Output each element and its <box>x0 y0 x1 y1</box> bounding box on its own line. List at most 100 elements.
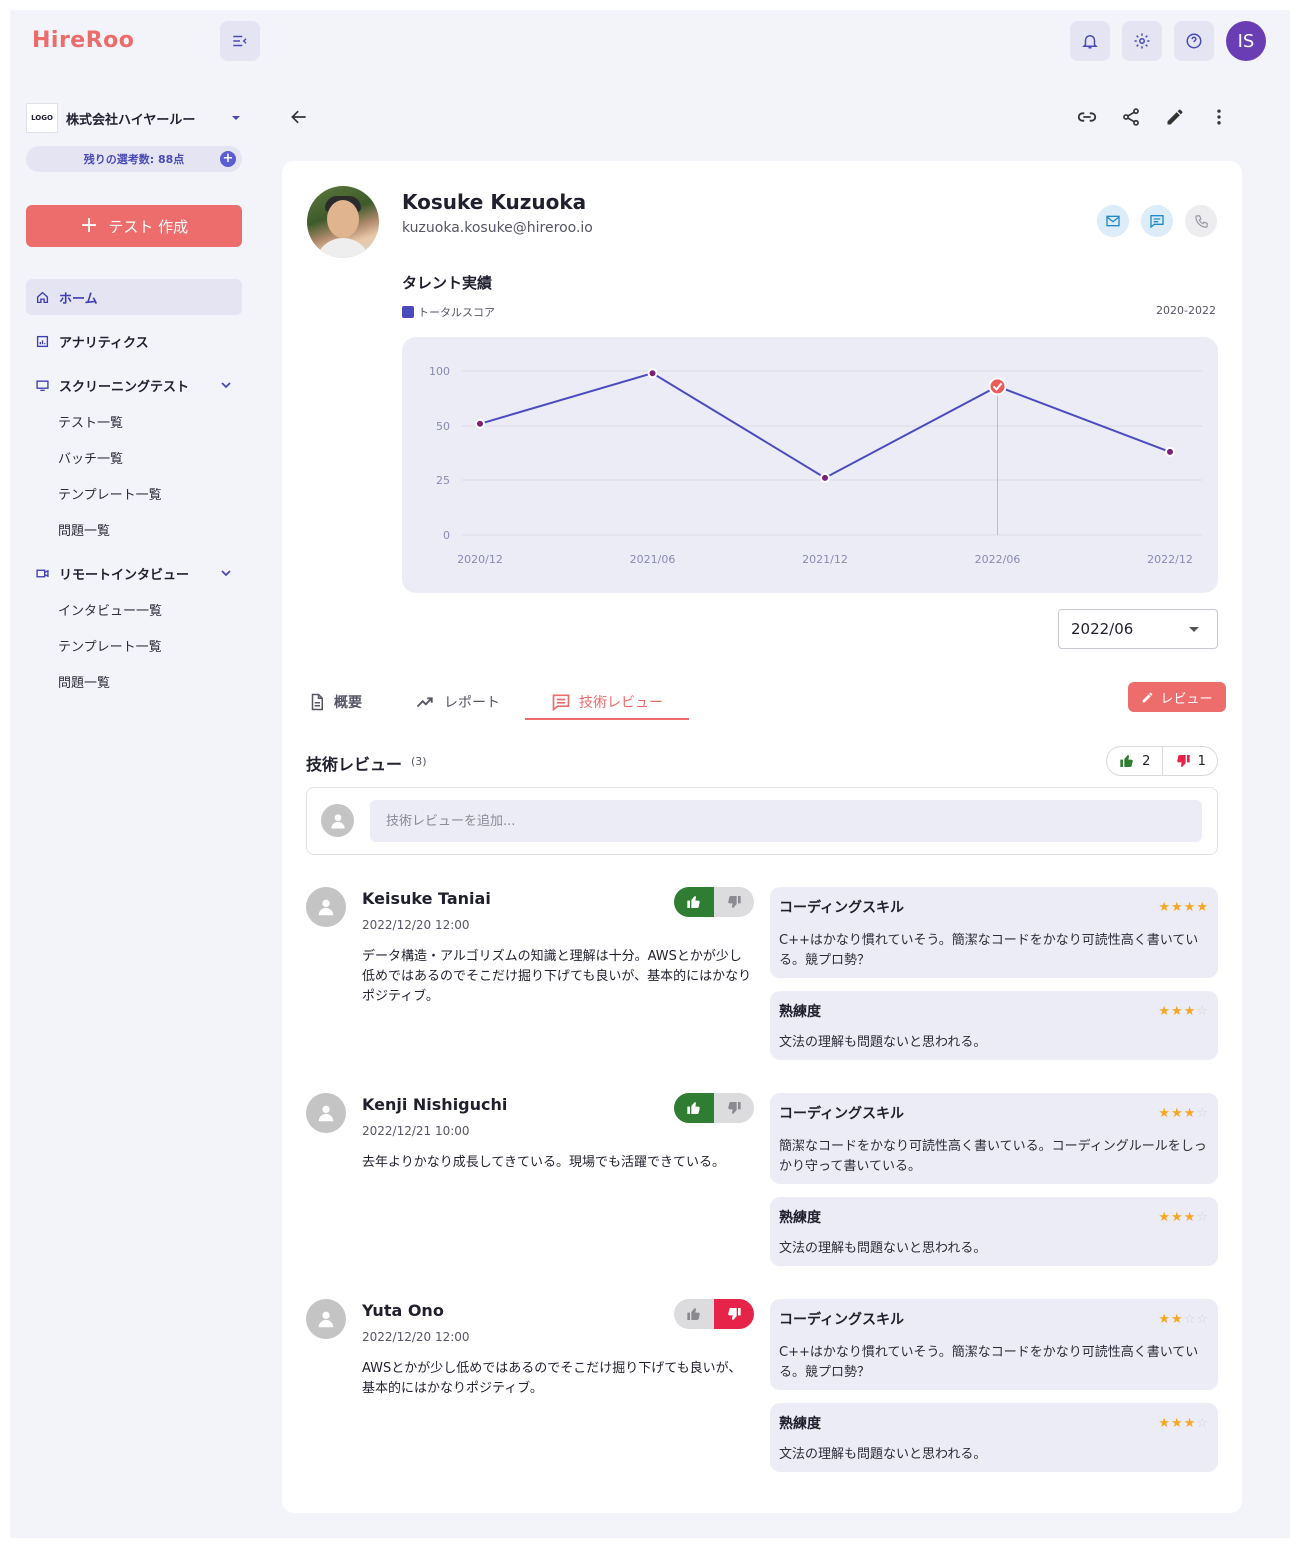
sidebar-item-analytics[interactable]: アナリティクス <box>26 323 242 359</box>
tab-overview[interactable]: 概要 <box>308 684 362 720</box>
reviewer-avatar <box>306 1093 346 1133</box>
skill-label: 熟練度 <box>779 1416 821 1432</box>
sidebar-subitem-template-list[interactable]: テンプレート一覧 <box>58 484 162 503</box>
back-button[interactable] <box>285 103 313 131</box>
tab-tech-review[interactable]: 技術レビュー <box>551 684 663 720</box>
thumbs-down-button[interactable] <box>714 1093 754 1123</box>
sidebar-subitem-interview-question-list[interactable]: 問題一覧 <box>58 672 110 691</box>
person-icon <box>318 899 334 916</box>
home-icon <box>36 291 49 303</box>
help-button[interactable] <box>1174 21 1214 61</box>
thumbs-down-button[interactable] <box>714 1299 754 1329</box>
sidebar-subitem-batch-list[interactable]: バッチ一覧 <box>58 448 123 467</box>
star-empty-icon: ☆ <box>1196 1105 1209 1121</box>
thumbs-up-button[interactable] <box>674 887 714 917</box>
x-tick-label: 2022/06 <box>975 553 1021 566</box>
notification-button[interactable] <box>1070 21 1110 61</box>
phone-contact-button[interactable] <box>1185 205 1217 237</box>
message-contact-button[interactable] <box>1141 205 1173 237</box>
more-menu-button[interactable] <box>1205 103 1233 131</box>
x-tick-label: 2022/12 <box>1147 553 1193 566</box>
star-rating: ★★★☆ <box>1158 1210 1209 1225</box>
star-filled-icon: ★ <box>1171 1311 1184 1327</box>
thumbs-up-icon <box>1120 755 1133 768</box>
settings-button[interactable] <box>1122 21 1162 61</box>
share-button[interactable] <box>1117 103 1145 131</box>
skill-rating-card: コーディングスキル ★★★☆ 簡潔なコードをかなり可読性高く書いている。コーディン… <box>770 1093 1218 1184</box>
reviews-title: 技術レビュー <box>306 755 403 774</box>
thumbs-up-button[interactable] <box>674 1299 714 1329</box>
thumbs-up-button[interactable] <box>674 1093 714 1123</box>
data-point <box>647 368 658 379</box>
active-tab-indicator <box>525 718 689 720</box>
x-tick-label: 2020/12 <box>457 553 503 566</box>
score-chart: 0 25 50 100 2020/12 2021/06 2021/12 2022/06 2022… <box>402 337 1218 593</box>
caret-down-icon <box>232 116 240 120</box>
sidebar-item-home[interactable]: ホーム <box>26 279 242 315</box>
y-tick-label: 100 <box>429 365 450 378</box>
star-filled-icon: ★ <box>1158 1209 1172 1225</box>
sidebar-item-screening[interactable]: スクリーニングテスト <box>26 367 242 403</box>
plus-icon: + <box>79 213 99 238</box>
tab-report[interactable]: レポート <box>414 684 500 720</box>
pencil-icon <box>1167 109 1183 125</box>
star-filled-icon: ★ <box>1183 1003 1197 1019</box>
score-chart-svg: 0 25 50 100 2020/12 2021/06 2021/12 2022/06 2022… <box>429 365 1202 566</box>
star-filled-icon: ★ <box>1158 1105 1172 1121</box>
help-icon <box>1186 33 1202 49</box>
legend-swatch <box>402 306 414 318</box>
review-text: データ構造・アルゴリズムの知識と理解は十分。AWSとかが少し低めではあるのでそこ… <box>362 949 752 1004</box>
sidebar-collapse-button[interactable] <box>220 21 260 61</box>
chat-icon <box>1150 215 1164 229</box>
star-filled-icon: ★ <box>1171 1105 1184 1121</box>
reviewer-name: Keisuke Taniai <box>362 889 491 908</box>
sidebar-subitem-question-list[interactable]: 問題一覧 <box>58 520 110 539</box>
skill-comment: 文法の理解も問題ないと思われる。 <box>779 1035 987 1050</box>
brand-logo[interactable]: HireRoo <box>32 28 134 53</box>
period-select[interactable]: 2022/06 <box>1058 609 1218 649</box>
email-contact-button[interactable] <box>1097 205 1129 237</box>
sidebar-subitem-interview-template-list[interactable]: テンプレート一覧 <box>58 636 162 655</box>
sidebar-subitem-interview-list[interactable]: インタビュー一覧 <box>58 600 162 619</box>
document-icon <box>311 693 323 711</box>
add-quota-icon[interactable]: + <box>220 151 236 167</box>
dislike-count-chip[interactable]: 1 <box>1161 747 1218 775</box>
y-tick-label: 0 <box>443 529 450 542</box>
skill-comment: 簡潔なコードをかなり可読性高く書いている。コーディングルールをしっかり守って書い… <box>779 1139 1207 1174</box>
review-comment-input[interactable] <box>370 800 1202 842</box>
thumbs-down-icon <box>1176 754 1190 767</box>
legend-label: トータルスコア <box>418 306 495 319</box>
caret-down-icon <box>1189 627 1199 632</box>
skill-label: コーディングスキル <box>779 1312 905 1328</box>
chevron-down-icon <box>221 382 231 389</box>
create-test-button[interactable]: + テスト 作成 <box>26 205 242 247</box>
company-switcher[interactable]: LOGO 株式会社ハイヤールー <box>26 103 242 133</box>
skill-rating-card: 熟練度 ★★★☆ 文法の理解も問題ないと思われる。 <box>770 991 1218 1060</box>
star-filled-icon: ★ <box>1158 1003 1172 1019</box>
gear-icon <box>1134 33 1150 49</box>
person-icon <box>318 1311 334 1328</box>
person-icon <box>318 1105 334 1122</box>
link-icon <box>1077 112 1097 122</box>
like-count-chip[interactable]: 2 <box>1107 747 1162 775</box>
sidebar-subitem-test-list[interactable]: テスト一覧 <box>58 412 123 431</box>
star-empty-icon: ☆ <box>1183 1311 1197 1327</box>
bell-icon <box>1082 35 1098 49</box>
user-avatar-button[interactable]: IS <box>1226 21 1266 61</box>
star-empty-icon: ☆ <box>1196 1415 1209 1431</box>
data-point <box>1165 446 1175 457</box>
pencil-icon <box>1143 692 1153 702</box>
star-empty-icon: ☆ <box>1196 1209 1209 1225</box>
star-filled-icon: ★ <box>1171 1209 1184 1225</box>
quota-badge: 残りの選考数: 88点 + <box>26 146 242 172</box>
skill-rating-card: 熟練度 ★★★☆ 文法の理解も問題ないと思われる。 <box>770 1403 1218 1472</box>
thumbs-down-button[interactable] <box>714 887 754 917</box>
mail-icon <box>1106 215 1120 227</box>
video-icon <box>36 569 49 577</box>
edit-button[interactable] <box>1161 103 1189 131</box>
write-review-button[interactable]: レビュー <box>1128 682 1226 712</box>
skill-label: コーディングスキル <box>779 900 905 916</box>
trending-up-icon <box>416 697 433 708</box>
sidebar-item-remote-interview[interactable]: リモートインタビュー <box>26 555 242 591</box>
copy-link-button[interactable] <box>1073 103 1101 131</box>
